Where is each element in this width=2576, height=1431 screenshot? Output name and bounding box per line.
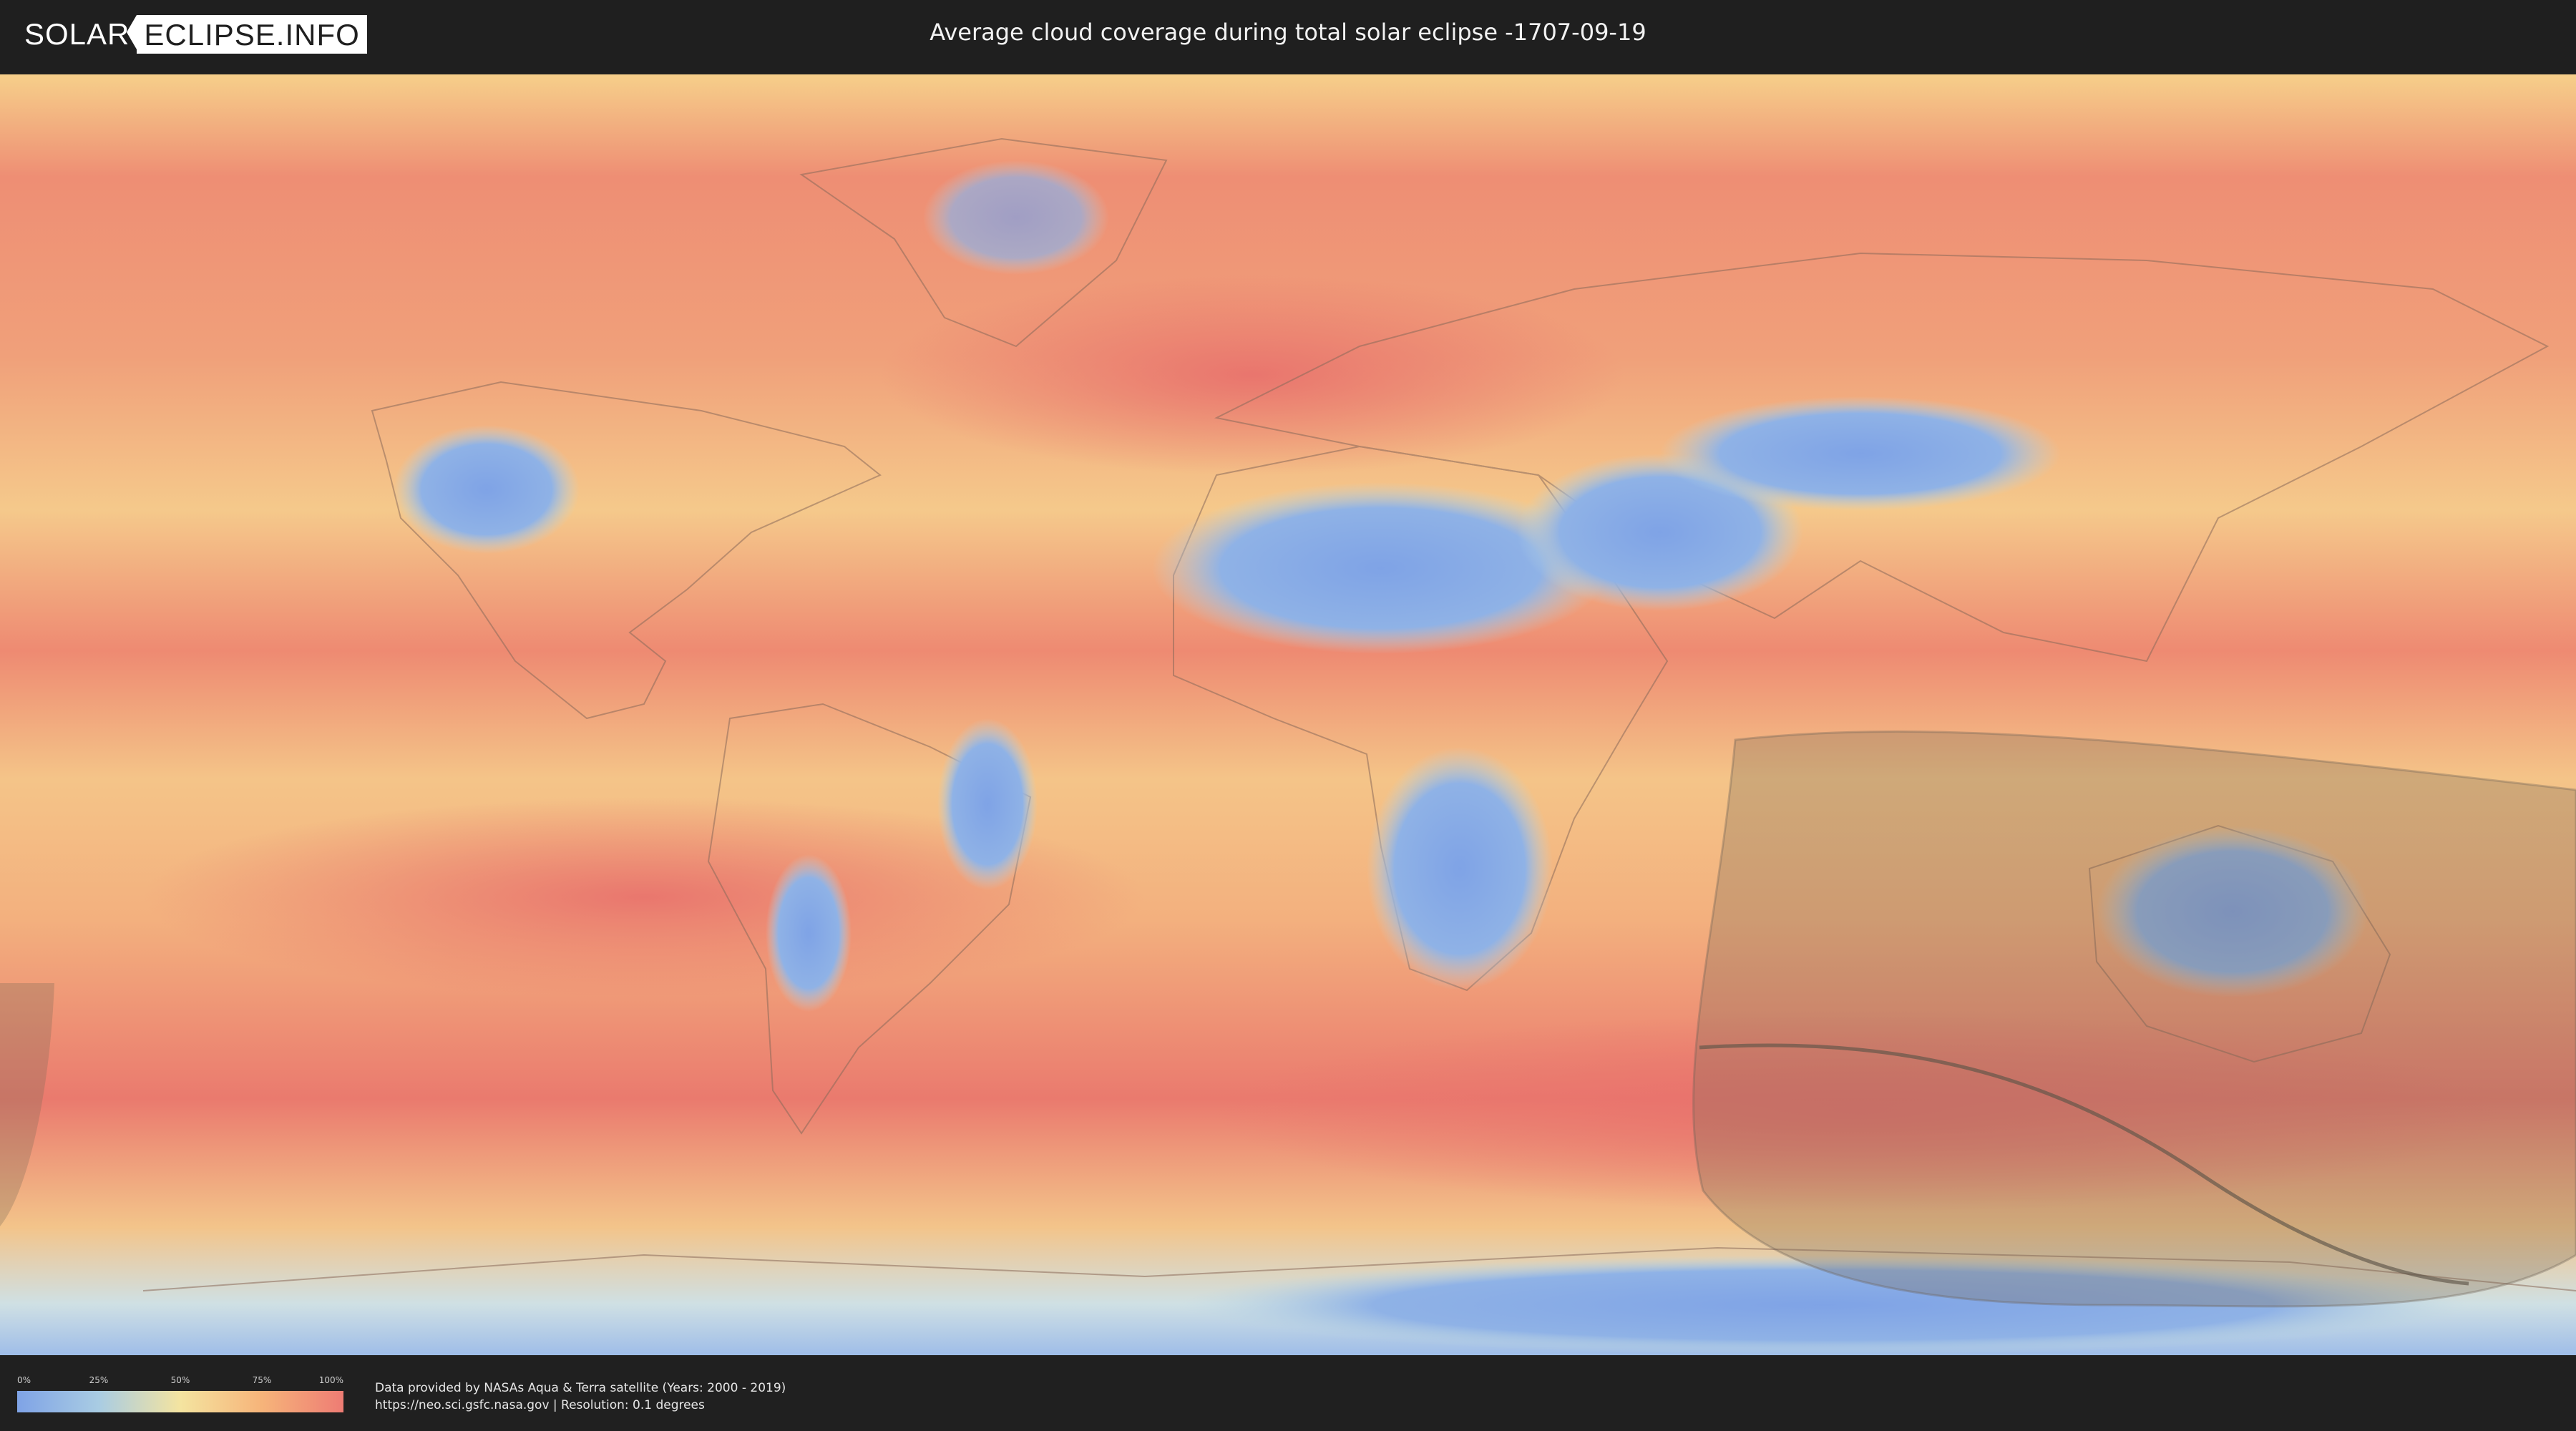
credits-line-source: Data provided by NASAs Aqua & Terra sate… bbox=[375, 1381, 786, 1395]
legend-tick-0: 0% bbox=[17, 1375, 31, 1385]
greenland-clear-region bbox=[923, 160, 1109, 275]
southern-africa-clear-region bbox=[1367, 747, 1553, 990]
credits-line-url[interactable]: https://neo.sci.gsfc.nasa.gov | Resoluti… bbox=[375, 1397, 786, 1414]
southwest-us-clear-region bbox=[394, 425, 580, 554]
page-title: Average cloud coverage during total sola… bbox=[930, 19, 1646, 46]
brazil-clear-region bbox=[937, 718, 1038, 890]
cloud-coverage-map bbox=[0, 74, 2576, 1355]
penumbra-shadow-region bbox=[1692, 730, 2576, 1308]
legend-tick-25: 25% bbox=[89, 1375, 109, 1385]
cloud-coverage-legend: 0% 25% 50% 75% 100% bbox=[17, 1375, 343, 1414]
central-asia-clear-region bbox=[1660, 396, 2061, 511]
andes-clear-region bbox=[766, 854, 852, 1012]
data-credits: Data provided by NASAs Aqua & Terra sate… bbox=[375, 1379, 786, 1414]
legend-tick-50: 50% bbox=[170, 1375, 190, 1385]
legend-tick-labels: 0% 25% 50% 75% 100% bbox=[17, 1375, 343, 1387]
world-map-svg bbox=[0, 74, 2576, 1355]
legend-tick-100: 100% bbox=[318, 1375, 343, 1385]
header-bar: SOLAR ECLIPSE.INFO Average cloud coverag… bbox=[0, 0, 2576, 72]
legend-color-bar bbox=[17, 1391, 343, 1412]
legend-tick-75: 75% bbox=[252, 1375, 272, 1385]
